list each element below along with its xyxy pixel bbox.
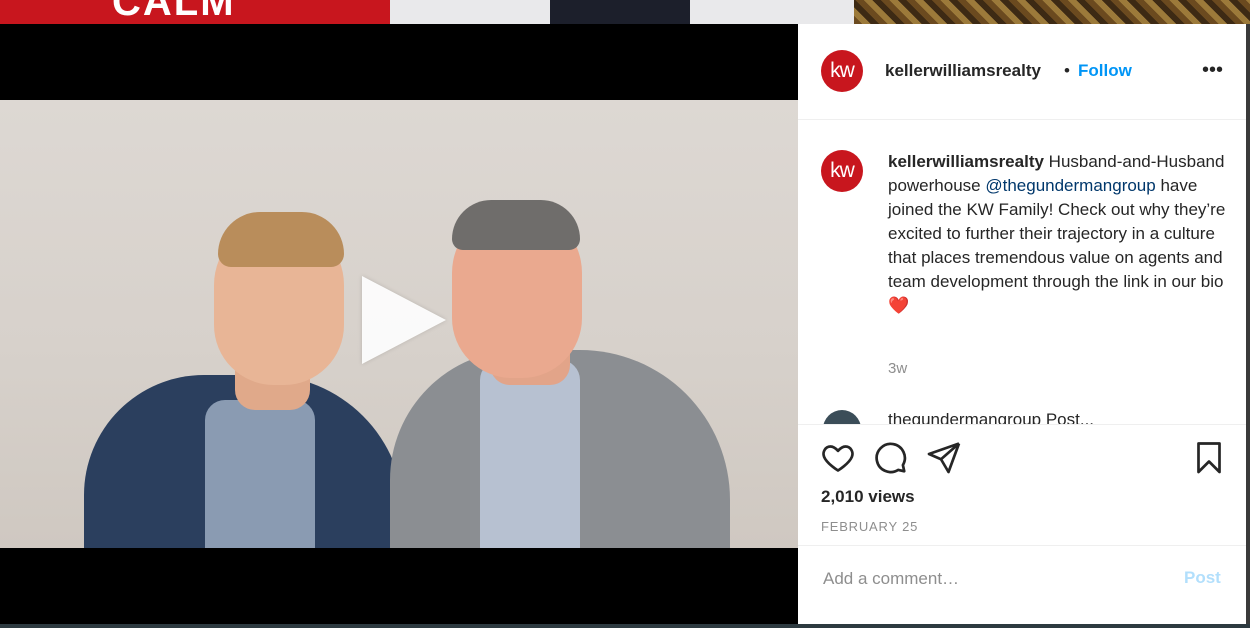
heart-icon[interactable] <box>820 439 856 475</box>
comment-partial: thegundermangroup Post... <box>888 410 1095 424</box>
more-horizontal-icon[interactable]: ••• <box>1202 59 1223 82</box>
caption-text-part2: have joined the KW Family! Check out why… <box>888 176 1226 315</box>
background-tile[interactable] <box>390 0 854 24</box>
background-tile-calm[interactable]: CALM <box>0 0 390 24</box>
add-comment-section: Post <box>798 545 1246 625</box>
comment-icon[interactable] <box>872 439 908 475</box>
comment-input[interactable] <box>821 568 1145 590</box>
separator-dot: • <box>1064 61 1070 80</box>
background-edge <box>1246 24 1250 624</box>
comments-list[interactable]: kw kellerwilliamsrealty Husband-and-Husb… <box>798 120 1246 424</box>
avatar[interactable]: kw <box>821 150 863 192</box>
follow-button[interactable]: Follow <box>1078 61 1132 81</box>
post-actions: 2,010 views FEBRUARY 25 <box>798 424 1246 545</box>
post-caption: kellerwilliamsrealty Husband-and-Husband… <box>888 150 1228 318</box>
paper-plane-icon[interactable] <box>926 439 962 475</box>
video-frame[interactable] <box>0 100 798 548</box>
avatar[interactable]: kw <box>821 50 863 92</box>
person-right-shirt <box>480 360 580 548</box>
person-left-shirt <box>205 400 315 548</box>
post-comment-button[interactable]: Post <box>1184 568 1221 588</box>
username-link[interactable]: kellerwilliamsrealty <box>885 61 1041 81</box>
bookmark-icon[interactable] <box>1191 439 1227 475</box>
post-side-panel: kw kellerwilliamsrealty • Follow ••• kw … <box>798 24 1246 624</box>
views-count[interactable]: 2,010 views <box>821 487 915 507</box>
play-icon[interactable] <box>362 276 446 364</box>
post-media[interactable] <box>0 24 798 624</box>
post-date[interactable]: FEBRUARY 25 <box>821 519 918 534</box>
person-right-hair <box>452 200 580 250</box>
background-tile[interactable] <box>854 0 1250 24</box>
background-tile-text: CALM <box>112 0 236 24</box>
post-header: kw kellerwilliamsrealty • Follow ••• <box>798 24 1246 120</box>
avatar[interactable] <box>823 410 861 424</box>
mention-link[interactable]: @thegundermangroup <box>985 176 1155 195</box>
post-time[interactable]: 3w <box>888 360 907 377</box>
person-left-hair <box>218 212 344 267</box>
caption-username[interactable]: kellerwilliamsrealty <box>888 152 1044 171</box>
background-grid: CALM <box>0 0 1250 24</box>
